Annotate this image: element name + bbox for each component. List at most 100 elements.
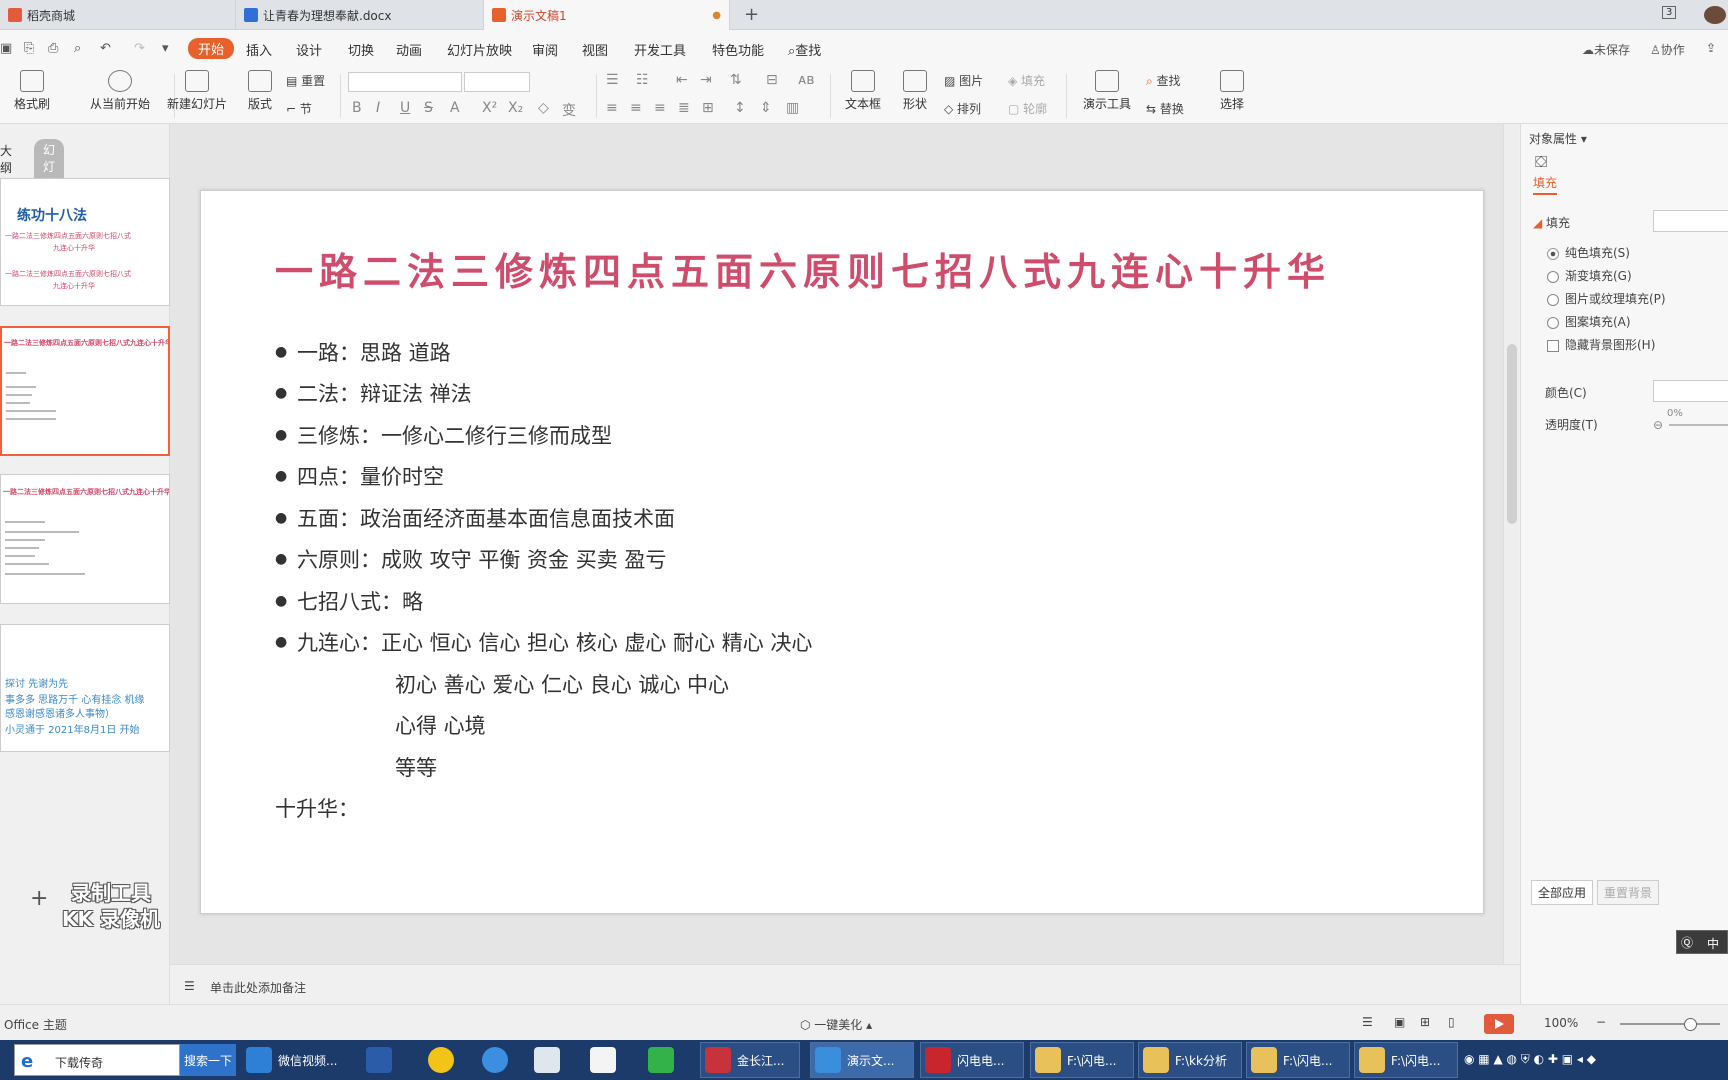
menu-slideshow[interactable]: 幻灯片放映 xyxy=(447,40,512,59)
superscript-icon[interactable]: X² xyxy=(482,100,497,116)
fill-type-select[interactable] xyxy=(1653,210,1728,232)
font-family-select[interactable] xyxy=(348,72,462,92)
menu-special[interactable]: 特色功能 xyxy=(712,40,764,59)
subscript-icon[interactable]: X₂ xyxy=(508,100,523,116)
replace-button[interactable]: ⇆ 替换 xyxy=(1146,100,1184,117)
fill-section-header[interactable]: ◢ 填充 xyxy=(1533,214,1570,231)
slide-thumbnail-3[interactable]: 一路二法三修炼四点五面六原则七招八式九连心十升华 xyxy=(0,474,170,604)
system-tray[interactable]: ◉ ▦ ▲ ◍ ⛨ ◐ ✚ ▣ ◂ ◆ xyxy=(1464,1052,1596,1067)
outline-button[interactable]: ▢ 轮廓 xyxy=(1008,100,1047,117)
textbox-button[interactable]: 文本框 xyxy=(840,70,886,112)
play-slideshow-button[interactable] xyxy=(1484,1014,1514,1034)
customize-qa-icon[interactable]: ▾ xyxy=(162,41,169,56)
save-icon[interactable]: ▣ xyxy=(0,41,12,56)
share-icon[interactable]: ⇪ xyxy=(1706,41,1716,55)
color-picker[interactable] xyxy=(1653,380,1728,402)
theme-label[interactable]: Office 主题 xyxy=(4,1016,67,1033)
window-count-badge[interactable]: 3 xyxy=(1662,6,1677,19)
radio-solid-fill[interactable]: 纯色填充(S) xyxy=(1547,244,1630,261)
numbered-list-icon[interactable]: ☷ xyxy=(636,72,649,88)
font-size-select[interactable] xyxy=(464,72,530,92)
slide-thumbnail-2[interactable]: 一路二法三修炼四点五面六原则七招八式九连心十升华 xyxy=(0,326,170,456)
line-spacing-icon[interactable]: ↕ xyxy=(734,100,746,116)
menu-view[interactable]: 视图 xyxy=(582,40,608,59)
slide-title[interactable]: 一路二法三修炼四点五面六原则七招八式九连心十升华 xyxy=(275,241,1331,296)
bullet-list-icon[interactable]: ☰ xyxy=(606,72,619,88)
strikethrough-icon[interactable]: S xyxy=(424,100,433,116)
taskbar-folder-2[interactable]: F:\kk分析 xyxy=(1138,1042,1242,1078)
text-direction-icon[interactable]: ⇅ xyxy=(730,72,742,88)
radio-picture-fill[interactable]: 图片或纹理填充(P) xyxy=(1547,290,1666,307)
arrange-button[interactable]: ◇ 排列 xyxy=(944,100,981,117)
new-tab-icon[interactable]: + xyxy=(744,4,759,25)
slide-thumbnail-4[interactable]: 探讨 先谢为先 事多多 思路万千 心有挂念 机缘 感恩谢感恩诸多人事物） 小灵通… xyxy=(0,624,170,752)
export-icon[interactable]: ⎘ xyxy=(24,41,34,56)
find-button[interactable]: ⌕ 查找 xyxy=(1146,72,1181,89)
menu-transition[interactable]: 切换 xyxy=(348,40,374,59)
beautify-button[interactable]: ⬡ 一键美化 ▴ xyxy=(800,1016,872,1033)
taskbar-app-doc[interactable] xyxy=(530,1042,570,1078)
reading-view-icon[interactable]: ▯ xyxy=(1448,1015,1455,1029)
taskbar-ie[interactable] xyxy=(478,1042,518,1078)
underline-icon[interactable]: U xyxy=(400,100,410,116)
scrollbar-thumb[interactable] xyxy=(1507,344,1517,524)
normal-view-icon[interactable]: ▣ xyxy=(1394,1015,1405,1029)
section-button[interactable]: ⌐ 节 xyxy=(286,100,312,117)
hide-bg-checkbox[interactable]: 隐藏背景图形(H) xyxy=(1547,336,1655,353)
unsaved-status[interactable]: ☁未保存 xyxy=(1582,41,1630,58)
select-button[interactable]: 选择 xyxy=(1212,70,1252,112)
new-slide-button[interactable]: 新建幻灯片 xyxy=(162,70,232,112)
sorter-view-icon[interactable]: ⊞ xyxy=(1420,1015,1430,1029)
tab-docx[interactable]: 让青春为理想奉献.docx xyxy=(236,0,484,30)
taskbar-recorder[interactable]: 闪电电... xyxy=(920,1042,1024,1078)
taskbar-presentation[interactable]: 演示文... xyxy=(810,1042,914,1078)
convert-smartart-icon[interactable]: ᴀʙ xyxy=(798,72,814,88)
play-from-current-button[interactable]: 从当前开始 xyxy=(70,70,170,112)
pane-header[interactable]: 对象属性 ▾ xyxy=(1529,130,1587,147)
tab-outline[interactable]: 大纲 xyxy=(0,142,12,176)
font-color-icon[interactable]: A xyxy=(450,100,460,116)
taskbar-word[interactable] xyxy=(362,1042,402,1078)
menu-insert[interactable]: 插入 xyxy=(246,40,272,59)
taskbar-folder-3[interactable]: F:\闪电... xyxy=(1246,1042,1350,1078)
slide-thumbnail-1[interactable]: 练功十八法 一路二法三修炼四点五面六原则七招八式 九连心十升华 一路二法三修炼四… xyxy=(0,178,170,306)
taskbar-folder-4[interactable]: F:\闪电... xyxy=(1354,1042,1458,1078)
zoom-level[interactable]: 100% xyxy=(1544,1016,1578,1030)
notes-toggle-icon[interactable]: ☰ xyxy=(1362,1015,1373,1029)
fill-button[interactable]: ◈ 填充 xyxy=(1008,72,1045,89)
radio-gradient-fill[interactable]: 渐变填充(G) xyxy=(1547,267,1632,284)
redo-icon[interactable]: ↷ xyxy=(134,41,145,56)
preview-icon[interactable]: ⌕ xyxy=(74,41,81,56)
shape-button[interactable]: 形状 xyxy=(898,70,932,112)
taskbar-app-yellow[interactable] xyxy=(424,1042,464,1078)
format-painter-button[interactable]: 格式刷 xyxy=(10,70,54,112)
taskbar-wechat-video[interactable]: 微信视频... xyxy=(242,1042,352,1078)
notes-area[interactable]: ☰ 单击此处添加备注 xyxy=(170,964,1520,1004)
reset-button[interactable]: ▤ 重置 xyxy=(286,72,325,89)
layout-button[interactable]: 版式 xyxy=(240,70,280,112)
distribute-icon[interactable]: ⊞ xyxy=(702,100,714,116)
slide-bullets[interactable]: ● 一路：思路 道路 ● 二法：辩证法 禅法 ● 三修炼：一修心二修行三修而成型 ● 四… xyxy=(275,331,812,829)
paragraph-spacing-icon[interactable]: ⇕ xyxy=(760,100,772,116)
taskbar-folder-1[interactable]: F:\闪电... xyxy=(1030,1042,1134,1078)
taskbar-jinchangjiang[interactable]: 金长江... xyxy=(700,1042,800,1078)
align-text-icon[interactable]: ⊟ xyxy=(766,72,778,88)
menu-developer[interactable]: 开发工具 xyxy=(634,40,686,59)
outdent-icon[interactable]: ⇤ xyxy=(676,72,688,88)
decrease-icon[interactable]: ⊖ xyxy=(1653,418,1663,432)
align-left-icon[interactable]: ≡ xyxy=(606,100,618,116)
menu-search[interactable]: ⌕查找 xyxy=(788,40,821,59)
present-tools-button[interactable]: 演示工具 xyxy=(1076,70,1138,112)
columns-icon[interactable]: ▥ xyxy=(786,100,799,116)
slide[interactable]: 一路二法三修炼四点五面六原则七招八式九连心十升华 ● 一路：思路 道路 ● 二法：辩… xyxy=(200,190,1484,914)
tab-fill[interactable]: 填充 xyxy=(1533,174,1558,195)
taskbar-search-button[interactable]: 搜索一下 xyxy=(180,1044,236,1076)
menu-home[interactable]: 开始 xyxy=(188,38,235,59)
menu-animation[interactable]: 动画 xyxy=(396,40,422,59)
apply-all-button[interactable]: 全部应用 xyxy=(1531,880,1594,905)
transparency-slider[interactable] xyxy=(1669,424,1728,426)
align-center-icon[interactable]: ≡ xyxy=(630,100,642,116)
zoom-out-icon[interactable]: − xyxy=(1596,1015,1606,1029)
clear-format-icon[interactable]: ◇ xyxy=(538,100,549,116)
print-icon[interactable]: ⎙ xyxy=(48,41,58,56)
